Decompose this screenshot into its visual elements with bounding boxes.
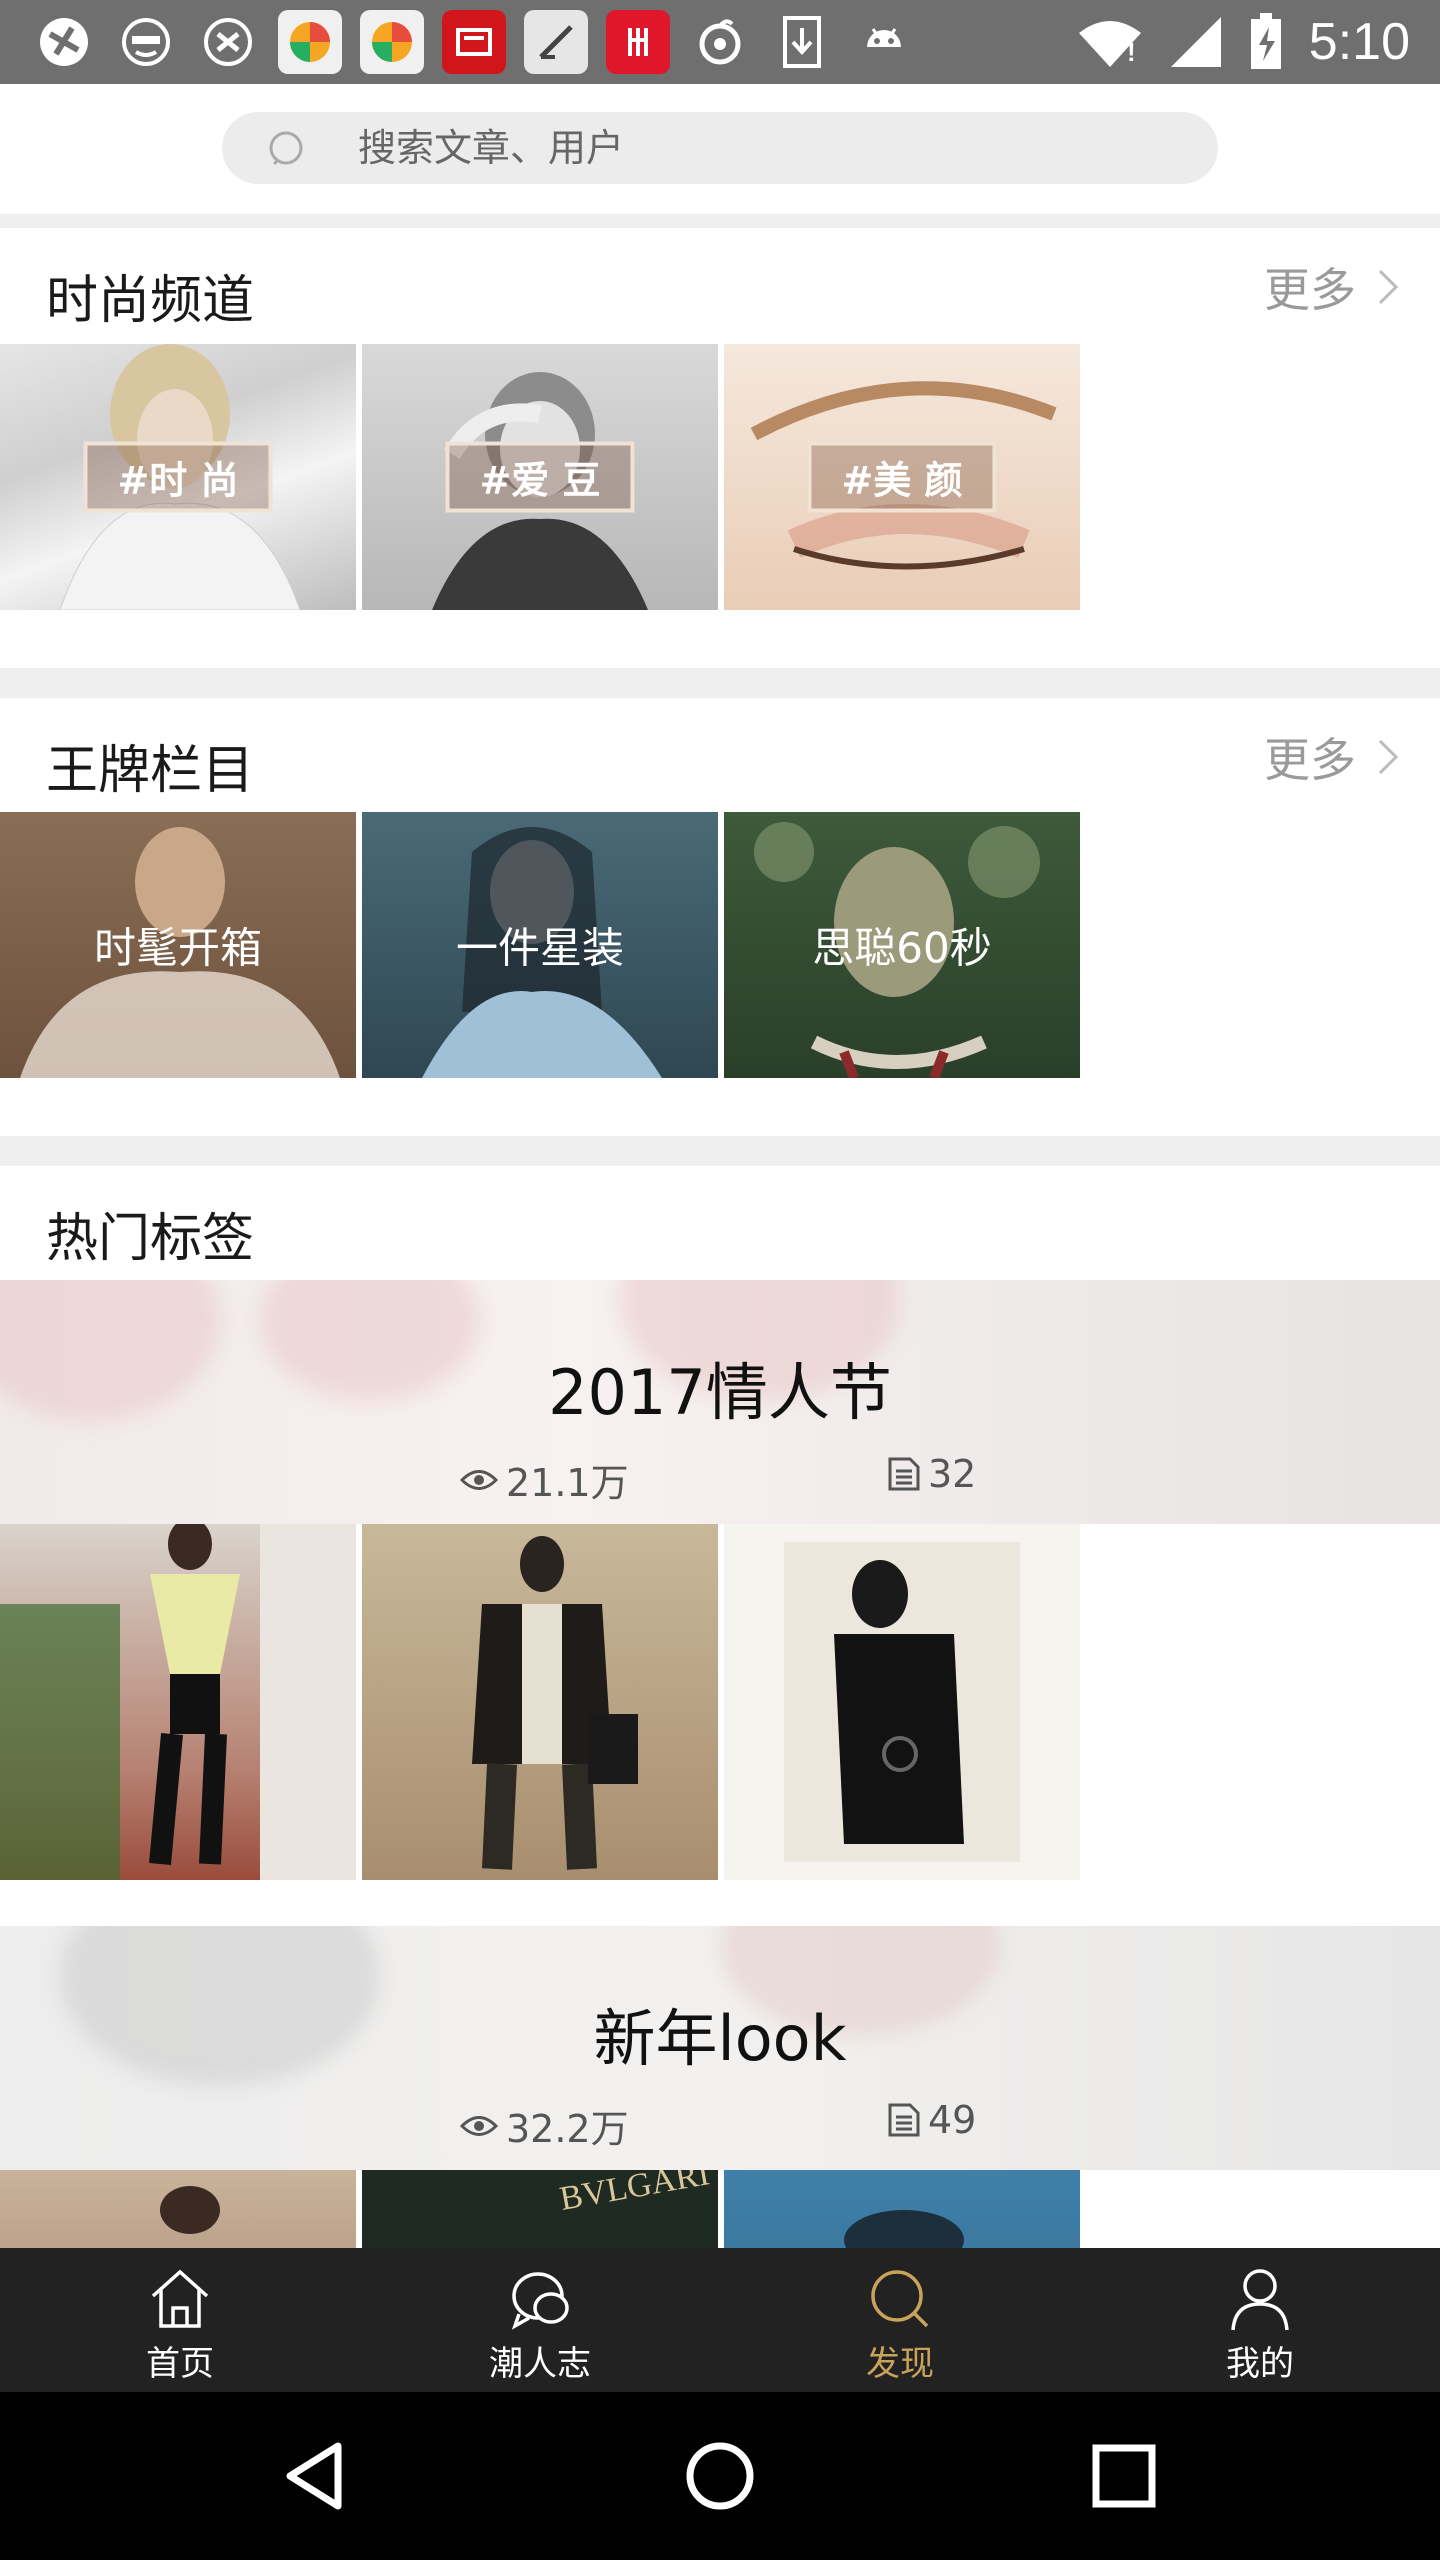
eye-icon [460,1469,498,1490]
system-nav-bar [0,2392,1440,2560]
hot-photo[interactable] [0,2170,356,2248]
app-store-icon [278,10,342,74]
channel-tile-beauty[interactable]: #美 颜 [724,344,1080,610]
column-caption: 时髦开箱 [93,923,262,973]
recents-icon[interactable] [1084,2436,1164,2516]
android-icon [852,10,916,74]
views-count: 32.2万 [460,2098,629,2153]
chat-icon [511,2272,569,2330]
hot-tag-title: 2017情人节 [548,1356,892,1429]
eye-icon [460,2115,498,2136]
section-padding [0,610,1440,668]
food-icon [606,10,670,74]
hot-photo[interactable] [724,1524,1080,1880]
column-tile-sicong-60s[interactable]: 思聪60秒 [724,812,1080,1078]
home-circle-icon[interactable] [680,2436,760,2516]
section-title: 王牌栏目 [46,741,255,801]
status-bar: ! 5:10 [0,0,1440,84]
notification-icons [32,10,916,74]
svg-text:BVLGARI: BVLGARI [557,2170,712,2218]
tab-label: 我的 [1226,2344,1294,2384]
hot-tag-banner: 2017情人节 21.1万 32 [0,1280,1440,1524]
status-indicators: ! 5:10 [1077,0,1410,84]
hot-tag-title: 新年look [593,2002,847,2075]
section-title: 时尚频道 [46,271,255,331]
divider [0,668,1440,698]
wifi-icon: ! [1078,21,1141,67]
hot-photo[interactable] [362,1524,718,1880]
discover-icon [871,2270,929,2328]
document-icon [888,1457,920,1491]
signal-icon [1170,17,1221,67]
hot-tag-banner: 新年look 32.2万 49 [0,1926,1440,2170]
channel-tile-fashion[interactable]: #时 尚 [0,344,356,610]
channel-tag: #美 颜 [807,441,997,513]
browser-icon [32,10,96,74]
music-icon [688,10,752,74]
tab-label: 首页 [146,2344,214,2384]
posts-count: 32 [888,1452,976,1496]
fashion-channel-tiles: #时 尚 #爱 豆 #美 颜 [0,344,1440,610]
profile-icon [1231,2269,1289,2331]
section-padding [0,1880,1440,1926]
more-label: 更多 [1264,733,1356,787]
ace-columns-header: 王牌栏目 更多 [0,698,1440,814]
column-tile-star-outfit[interactable]: 一件星装 [362,812,718,1078]
divider [0,1136,1440,1166]
hot-tag-photos: BVLGARI [0,2170,1440,2248]
chevron-right-icon [1378,739,1399,775]
hot-photo[interactable] [724,2170,1080,2248]
document-icon [888,2103,920,2137]
hot-photo[interactable]: BVLGARI [362,2170,718,2248]
more-button[interactable]: 更多 [1264,252,1400,322]
hot-tag-card[interactable]: 2017情人节 21.1万 32 [0,1280,1440,1880]
channel-tag: #时 尚 [83,441,273,513]
channel-tile-idol[interactable]: #爱 豆 [362,344,718,610]
bow-icon [196,10,260,74]
ace-columns-tiles: 时髦开箱 一件星装 思聪60秒 [0,812,1440,1078]
more-label: 更多 [1264,263,1356,317]
hot-photo[interactable] [0,1524,356,1880]
back-icon[interactable] [276,2436,356,2516]
section-padding [0,1078,1440,1136]
tab-discover[interactable]: 发现 [720,2248,1080,2392]
tab-trendsetters[interactable]: 潮人志 [360,2248,720,2392]
column-tile-unboxing[interactable]: 时髦开箱 [0,812,356,1078]
battery-charging-icon [1250,13,1281,69]
column-caption: 思聪60秒 [812,923,992,973]
svg-text:!: ! [1127,37,1136,67]
search-input[interactable]: 搜索文章、用户 [222,112,1218,184]
search-icon [269,131,303,166]
hot-tag-card[interactable]: 新年look 32.2万 49 BVLGARI [0,1926,1440,2248]
home-icon [151,2269,209,2328]
app-store-icon [360,10,424,74]
divider [0,214,1440,228]
download-icon [770,10,834,74]
section-title: 热门标签 [46,1209,255,1269]
search-placeholder: 搜索文章、用户 [358,126,625,170]
tab-home[interactable]: 首页 [0,2248,360,2392]
hot-tag-photos [0,1524,1440,1880]
hot-tags-header: 热门标签 [0,1166,1440,1280]
views-count: 21.1万 [460,1452,629,1507]
column-caption: 一件星装 [455,923,624,973]
bottom-tab-bar: 首页 潮人志 发现 我的 [0,2248,1440,2392]
search-bar: 搜索文章、用户 [0,84,1440,214]
tab-label: 发现 [866,2344,934,2384]
more-button[interactable]: 更多 [1264,722,1400,792]
fashion-channel-header: 时尚频道 更多 [0,228,1440,344]
zhidian-icon [442,10,506,74]
face-icon [114,10,178,74]
tab-label: 潮人志 [489,2344,591,2384]
edit-icon [524,10,588,74]
chevron-right-icon [1378,269,1399,305]
channel-tag: #爱 豆 [445,441,635,513]
posts-count: 49 [888,2098,976,2142]
tab-me[interactable]: 我的 [1080,2248,1440,2392]
clock: 5:10 [1308,13,1410,71]
